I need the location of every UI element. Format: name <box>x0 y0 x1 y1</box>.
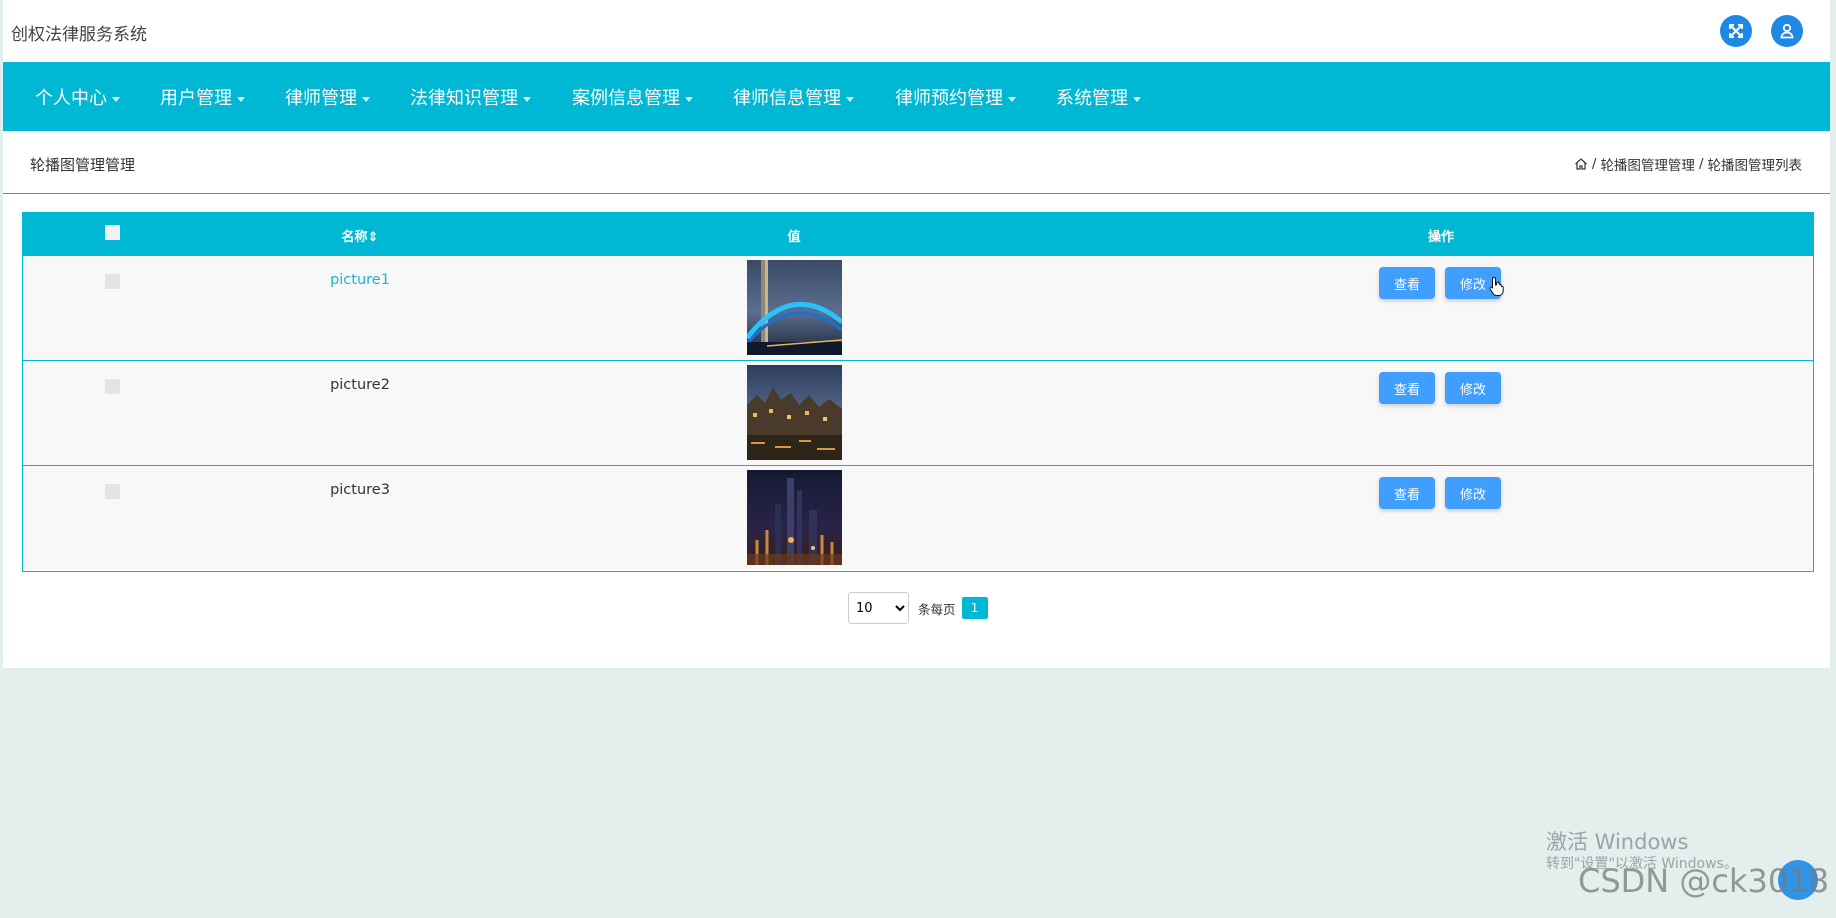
page-size-select[interactable]: 10 <box>848 592 909 624</box>
breadcrumb-item-banner-management[interactable]: 轮播图管理管理 <box>1600 154 1695 174</box>
sort-icon: ⇕ <box>367 230 379 245</box>
caret-down-icon <box>237 96 245 102</box>
per-page-label: 条每页 <box>918 601 956 617</box>
caret-down-icon <box>1133 96 1141 102</box>
view-button[interactable]: 查看 <box>1379 267 1435 299</box>
nav-item-personal-center[interactable]: 个人中心 <box>35 84 120 110</box>
nav-item-legal-knowledge[interactable]: 法律知识管理 <box>410 84 531 110</box>
app-title: 创权法律服务系统 <box>11 25 147 45</box>
view-button[interactable]: 查看 <box>1379 372 1435 404</box>
hand-cursor-icon <box>1489 276 1504 296</box>
csdn-watermark: CSDN @ck3018 <box>1578 862 1829 900</box>
caret-down-icon <box>685 96 693 102</box>
table-row: picture2 查看 修改 <box>23 360 1813 465</box>
city-waterfront-image <box>747 365 842 460</box>
row-name: picture2 <box>330 377 390 393</box>
nav-item-case-info[interactable]: 案例信息管理 <box>572 84 693 110</box>
table-row: picture3 查看 修改 <box>23 465 1813 570</box>
page-number-button[interactable]: 1 <box>961 597 988 619</box>
edit-button[interactable]: 修改 <box>1445 372 1501 404</box>
banner-table: 名称⇕ 值 操作 picture1 查看 修改 picture2 查看 修改 p… <box>22 212 1814 572</box>
caret-down-icon <box>112 96 120 102</box>
user-menu-button[interactable] <box>1771 15 1803 47</box>
breadcrumb: / 轮播图管理管理 / 轮播图管理列表 <box>1574 154 1802 174</box>
row-checkbox[interactable] <box>105 484 120 499</box>
nav-item-lawyer-management[interactable]: 律师管理 <box>285 84 370 110</box>
home-icon[interactable] <box>1574 157 1588 171</box>
view-button[interactable]: 查看 <box>1379 477 1435 509</box>
table-row: picture1 查看 修改 <box>23 255 1813 360</box>
main-nav: 个人中心 用户管理 律师管理 法律知识管理 案例信息管理 律师信息管理 律师预约… <box>3 62 1830 131</box>
pagination: 10 条每页 1 <box>848 592 988 624</box>
page-title: 轮播图管理管理 <box>30 156 136 174</box>
nav-item-lawyer-appointment[interactable]: 律师预约管理 <box>895 84 1016 110</box>
row-name: picture3 <box>330 482 390 498</box>
night-skyline-image <box>747 470 842 565</box>
table-header: 名称⇕ 值 操作 <box>23 213 1813 255</box>
bridge-night-image <box>747 260 842 355</box>
edit-button[interactable]: 修改 <box>1445 477 1501 509</box>
select-all-checkbox[interactable] <box>105 225 120 240</box>
caret-down-icon <box>1008 96 1016 102</box>
top-header: 创权法律服务系统 <box>3 0 1830 62</box>
column-header-actions: 操作 <box>1427 230 1455 245</box>
row-name: picture1 <box>330 272 390 288</box>
row-checkbox[interactable] <box>105 274 120 289</box>
column-header-value: 值 <box>787 230 801 245</box>
main-panel: 创权法律服务系统 个人中心 用户管理 律师管理 法律知识管理 案例信息管理 律师… <box>3 0 1830 668</box>
activate-windows-title: 激活 Windows <box>1546 830 1689 854</box>
caret-down-icon <box>523 96 531 102</box>
fullscreen-icon <box>1729 24 1743 38</box>
caret-down-icon <box>846 96 854 102</box>
breadcrumb-separator: / <box>1591 156 1597 172</box>
breadcrumb-item-banner-list: 轮播图管理列表 <box>1707 158 1803 174</box>
caret-down-icon <box>362 96 370 102</box>
nav-item-lawyer-info[interactable]: 律师信息管理 <box>733 84 854 110</box>
breadcrumb-separator: / <box>1698 156 1704 172</box>
user-icon <box>1780 23 1794 39</box>
breadcrumb-bar: 轮播图管理管理 / 轮播图管理管理 / 轮播图管理列表 <box>3 131 1830 194</box>
nav-item-user-management[interactable]: 用户管理 <box>160 84 245 110</box>
nav-item-system-management[interactable]: 系统管理 <box>1056 84 1141 110</box>
column-header-name[interactable]: 名称⇕ <box>342 226 379 245</box>
fullscreen-button[interactable] <box>1720 15 1752 47</box>
row-checkbox[interactable] <box>105 379 120 394</box>
